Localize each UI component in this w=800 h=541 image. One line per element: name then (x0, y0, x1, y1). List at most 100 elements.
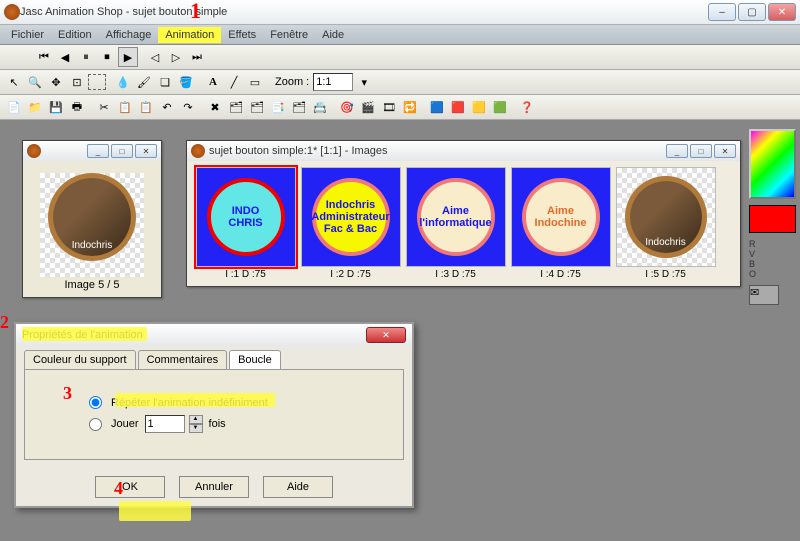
play-suffix: fois (209, 418, 226, 430)
zoom-label: Zoom : (275, 76, 309, 88)
toolbar-button-14[interactable]: 📑 (268, 97, 288, 117)
toolbar-button-20[interactable]: 🎞 (379, 97, 399, 117)
frame-3[interactable]: Aimel'informatiqueI :3 D :75 (403, 167, 508, 280)
minimize-button[interactable]: – (708, 3, 736, 21)
play-radio[interactable] (89, 418, 102, 431)
main-toolbar: 📄📁💾🖶✂📋📋↶↷✖🗂🗂📑🗂📇🎯🎬🎞🔁🟦🟥🟨🟩❓ (0, 95, 800, 120)
play-count-input[interactable] (145, 415, 185, 433)
preview-window[interactable]: _ □ ✕ Indochris Image 5 / 5 (22, 140, 162, 298)
preview-min-button[interactable]: _ (87, 144, 109, 158)
doc-icon (27, 144, 41, 158)
filmstrip-close-button[interactable]: ✕ (714, 144, 736, 158)
mail-icon[interactable]: ✉ (749, 285, 779, 305)
menu-fichier[interactable]: Fichier (4, 27, 51, 43)
tab-loop[interactable]: Boucle (229, 350, 281, 369)
last-frame-icon[interactable]: ⏭ (187, 47, 207, 67)
toolbar-button-2[interactable]: 💾 (46, 97, 66, 117)
maximize-button[interactable]: ▢ (738, 3, 766, 21)
toolbar-button-25[interactable]: 🟨 (469, 97, 489, 117)
tab-bg-color[interactable]: Couleur du support (24, 350, 136, 369)
toolbar-button-8[interactable]: ↶ (157, 97, 177, 117)
toolbar-button-5[interactable]: ✂ (94, 97, 114, 117)
arrow-icon[interactable]: ↖ (4, 72, 24, 92)
toolbar-button-9[interactable]: ↷ (178, 97, 198, 117)
frame-2[interactable]: IndochrisAdministrateurFac & BacI :2 D :… (298, 167, 403, 280)
preview-max-button[interactable]: □ (111, 144, 133, 158)
play-label: Jouer (111, 418, 139, 430)
annotation-4: 4 (114, 478, 123, 499)
toolbar-button-7[interactable]: 📋 (136, 97, 156, 117)
toolbar-button-28[interactable]: ❓ (517, 97, 537, 117)
playback-toolbar: ⏮ ◀ ⏸ ⏹ ▶ ◁ ▷ ⏭ (0, 45, 800, 70)
brush-icon[interactable]: 🖌 (134, 72, 154, 92)
spin-up-icon[interactable]: ▲ (189, 415, 203, 424)
ok-button[interactable]: OK (95, 476, 165, 498)
toolbar-button-6[interactable]: 📋 (115, 97, 135, 117)
prev-frame-icon[interactable]: ◀ (55, 47, 75, 67)
annotation-2: 2 (0, 312, 9, 333)
dropper-icon[interactable]: 💧 (113, 72, 133, 92)
toolbar-button-23[interactable]: 🟦 (427, 97, 447, 117)
animation-properties-dialog: Propriétés de l'animation ✕ Couleur du s… (14, 322, 414, 508)
preview-close-button[interactable]: ✕ (135, 144, 157, 158)
menu-fenêtre[interactable]: Fenêtre (263, 27, 315, 43)
menu-effets[interactable]: Effets (221, 27, 263, 43)
highlight-ok (119, 501, 191, 521)
close-button[interactable]: ✕ (768, 3, 796, 21)
frame-4[interactable]: AimeIndochineI :4 D :75 (508, 167, 613, 280)
frame-label: I :1 D :75 (193, 269, 298, 280)
line-icon[interactable]: ╱ (224, 72, 244, 92)
annotation-1: 1 (190, 0, 201, 24)
step-fwd-icon[interactable]: ▷ (166, 47, 186, 67)
repeat-radio[interactable] (89, 396, 102, 409)
spin-down-icon[interactable]: ▼ (189, 424, 203, 433)
toolbar-button-24[interactable]: 🟥 (448, 97, 468, 117)
zoom-input[interactable] (313, 73, 353, 91)
toolbar-button-26[interactable]: 🟩 (490, 97, 510, 117)
toolbar-button-12[interactable]: 🗂 (226, 97, 246, 117)
toolbar-button-11[interactable]: ✖ (205, 97, 225, 117)
toolbar-button-1[interactable]: 📁 (25, 97, 45, 117)
crop-icon[interactable]: ⊡ (67, 72, 87, 92)
eraser-icon[interactable]: ❏ (155, 72, 175, 92)
frame-1[interactable]: INDOCHRISI :1 D :75 (193, 167, 298, 280)
avatar-label: Indochris (53, 240, 131, 251)
filmstrip-window[interactable]: sujet bouton simple:1* [1:1] - Images _ … (186, 140, 741, 287)
toolbar-button-13[interactable]: 🗂 (247, 97, 267, 117)
zoom-icon[interactable]: 🔍 (25, 72, 45, 92)
tab-panel: Répéter l'animation indéfiniment Jouer ▲… (24, 369, 404, 460)
step-back-icon[interactable]: ◁ (145, 47, 165, 67)
frame-5[interactable]: IndochrisI :5 D :75 (613, 167, 718, 280)
toolbar-button-3[interactable]: 🖶 (67, 97, 87, 117)
toolbar-button-0[interactable]: 📄 (4, 97, 24, 117)
toolbar-button-19[interactable]: 🎬 (358, 97, 378, 117)
stop-icon[interactable]: ⏹ (97, 47, 117, 67)
shape-icon[interactable]: ▭ (245, 72, 265, 92)
play-icon[interactable]: ▶ (118, 47, 138, 67)
filmstrip-min-button[interactable]: _ (666, 144, 688, 158)
help-button[interactable]: Aide (263, 476, 333, 498)
menu-animation[interactable]: Animation (158, 27, 221, 43)
toolbar-button-18[interactable]: 🎯 (337, 97, 357, 117)
dialog-close-button[interactable]: ✕ (366, 327, 406, 343)
menu-edition[interactable]: Edition (51, 27, 99, 43)
move-icon[interactable]: ✥ (46, 72, 66, 92)
tab-comments[interactable]: Commentaires (138, 350, 228, 369)
select-icon[interactable] (88, 74, 106, 90)
toolbar-button-15[interactable]: 🗂 (289, 97, 309, 117)
preview-label: Image 5 / 5 (29, 279, 155, 291)
filmstrip-max-button[interactable]: □ (690, 144, 712, 158)
toolbar-button-21[interactable]: 🔁 (400, 97, 420, 117)
zoom-dropdown-icon[interactable]: ▾ (354, 72, 374, 92)
fill-icon[interactable]: 🪣 (176, 72, 196, 92)
text-icon[interactable]: A (203, 72, 223, 92)
first-frame-icon[interactable]: ⏮ (34, 47, 54, 67)
menu-aide[interactable]: Aide (315, 27, 351, 43)
color-picker[interactable] (749, 129, 796, 199)
tools-toolbar: ↖ 🔍 ✥ ⊡ 💧 🖌 ❏ 🪣 A ╱ ▭ Zoom : ▾ (0, 70, 800, 95)
toolbar-button-16[interactable]: 📇 (310, 97, 330, 117)
pause-icon[interactable]: ⏸ (76, 47, 96, 67)
menu-affichage[interactable]: Affichage (99, 27, 159, 43)
cancel-button[interactable]: Annuler (179, 476, 249, 498)
foreground-color[interactable] (749, 205, 796, 233)
